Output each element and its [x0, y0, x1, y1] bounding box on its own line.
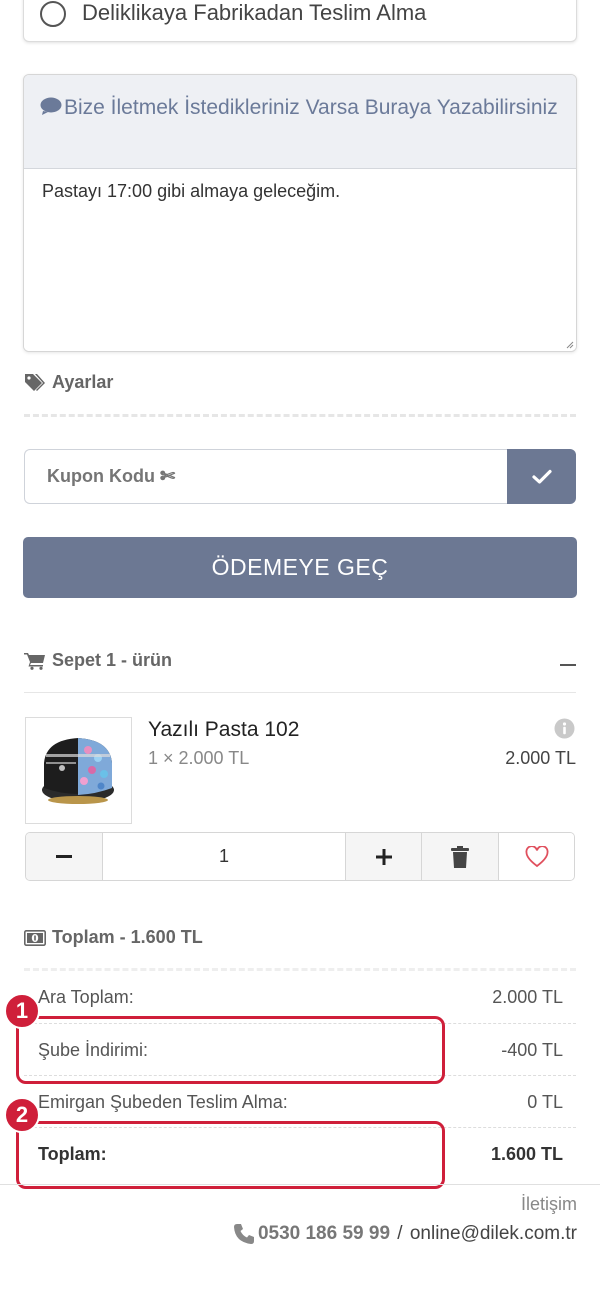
subtotal-value: 2.000 TL	[492, 987, 563, 1007]
phone-link[interactable]: 0530 186 59 99	[258, 1223, 390, 1245]
message-card-header: Bize İletmek İstedikleriniz Varsa Buraya…	[24, 75, 576, 169]
product-qty-price: 1 × 2.000 TL	[148, 748, 250, 768]
email-link[interactable]: online@dilek.com.tr	[410, 1223, 577, 1245]
delivery-option-card[interactable]: Deliklikaya Fabrikadan Teslim Alma	[23, 0, 577, 42]
divider	[24, 414, 576, 417]
annotation-badge-2: 2	[4, 1097, 40, 1133]
resize-grip-icon[interactable]	[566, 341, 574, 349]
minus-icon	[56, 855, 72, 858]
divider	[24, 968, 576, 971]
check-icon	[531, 469, 552, 484]
radio-button[interactable]	[40, 1, 66, 27]
contact-label: İletişim	[520, 1194, 577, 1214]
heart-icon	[525, 845, 549, 867]
contact-separator: /	[392, 1223, 408, 1244]
message-textarea[interactable]: Pastayı 17:00 gibi almaya geleceğim.	[24, 169, 576, 351]
footer-divider	[0, 1184, 600, 1185]
product-total: 2.000 TL	[505, 748, 576, 768]
collapse-icon[interactable]	[560, 664, 576, 666]
increase-button[interactable]	[345, 833, 422, 880]
apply-coupon-button[interactable]	[507, 449, 576, 504]
annotation-badge-1: 1	[4, 993, 40, 1029]
money-icon	[24, 929, 46, 946]
subtotal-label: Ara Toplam:	[38, 987, 134, 1007]
product-name[interactable]: Yazılı Pasta 102	[148, 718, 299, 742]
info-icon[interactable]	[554, 718, 575, 739]
delete-button[interactable]	[422, 833, 499, 880]
phone-icon	[233, 1224, 254, 1244]
divider	[24, 692, 576, 693]
quantity-stepper: 1	[25, 832, 575, 881]
tags-icon	[25, 373, 45, 391]
product-image[interactable]	[25, 717, 132, 824]
settings-heading: Ayarlar	[24, 372, 113, 393]
comment-icon	[40, 97, 62, 115]
contact-info: 0530 186 59 99 / online@dilek.com.tr	[200, 1222, 577, 1246]
message-card-title: Bize İletmek İstedikleriniz Varsa Buraya…	[40, 92, 560, 123]
coupon-input[interactable]	[24, 449, 508, 504]
pickup-label: Emirgan Şubeden Teslim Alma:	[38, 1092, 288, 1112]
cart-icon	[24, 652, 45, 670]
pickup-value: 0 TL	[527, 1092, 563, 1112]
message-card: Bize İletmek İstedikleriniz Varsa Buraya…	[23, 74, 577, 352]
annotation-box-1	[16, 1016, 445, 1084]
favorite-button[interactable]	[499, 833, 574, 880]
cart-heading: Sepet 1 - ürün	[24, 650, 172, 671]
cake-image-icon	[26, 718, 131, 823]
trash-icon	[451, 845, 469, 868]
delivery-option-label: Deliklikaya Fabrikadan Teslim Alma	[82, 0, 427, 25]
decrease-button[interactable]	[26, 833, 103, 880]
totals-heading: Toplam - 1.600 TL	[24, 927, 203, 948]
checkout-button[interactable]: ÖDEMEYE GEÇ	[23, 537, 577, 598]
plus-icon	[375, 848, 392, 865]
quantity-field[interactable]: 1	[103, 833, 345, 880]
annotation-box-2	[16, 1121, 445, 1189]
